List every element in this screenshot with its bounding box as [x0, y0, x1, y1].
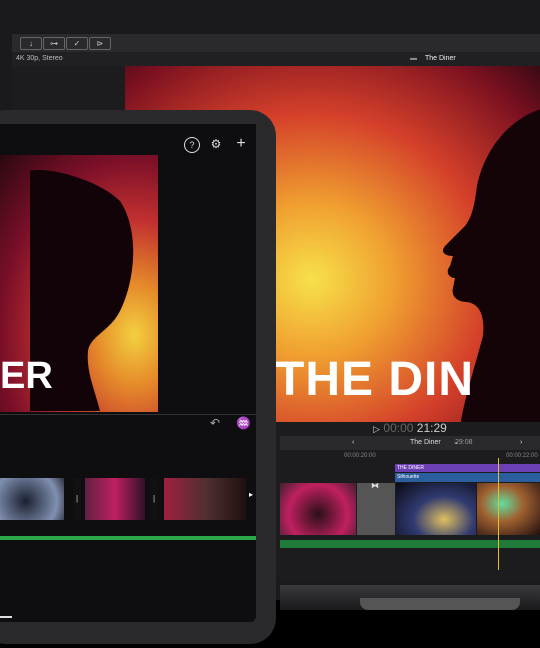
- ipad-preview[interactable]: ER: [0, 155, 158, 412]
- share-button[interactable]: ⊳: [89, 37, 111, 50]
- ruler-time-right: 00:00:22:00: [506, 453, 538, 459]
- transition-marker[interactable]: |: [73, 478, 81, 520]
- import-button[interactable]: ↓: [20, 37, 42, 50]
- ipad-timeline-clip[interactable]: [164, 478, 246, 520]
- laptop-notch: [360, 598, 520, 610]
- undo-icon[interactable]: ↶: [210, 416, 220, 430]
- viewer-title-text: THE DIN: [275, 353, 474, 406]
- playhead[interactable]: [498, 458, 499, 570]
- transition-icon: ⧓: [371, 483, 379, 490]
- timecode-value: 21:29: [416, 421, 447, 435]
- format-label: 4K 30p, Stereo: [16, 55, 63, 62]
- film-icon: ▬: [410, 55, 417, 62]
- project-title: The Diner: [425, 55, 456, 62]
- next-icon[interactable]: ▸: [249, 490, 253, 499]
- timeline-duration: 29:08: [455, 439, 473, 446]
- timeline-project-name[interactable]: The Diner: [410, 436, 441, 450]
- help-icon[interactable]: ?: [184, 137, 200, 153]
- scroll-indicator[interactable]: [0, 616, 12, 618]
- timeline-ruler[interactable]: 00:00:20:00 00:00:22:00: [280, 450, 540, 462]
- audio-wave-icon[interactable]: ♒: [236, 416, 251, 430]
- transition-marker[interactable]: |: [150, 478, 158, 520]
- ruler-time-left: 00:00:20:00: [344, 453, 376, 459]
- title-clip[interactable]: THE DINER: [395, 464, 540, 472]
- add-icon[interactable]: +: [234, 136, 248, 152]
- check-button[interactable]: ✓: [66, 37, 88, 50]
- play-icon[interactable]: ▷: [373, 424, 380, 434]
- timeline-header: ‹ The Diner ⌄ 29:08 ›: [280, 436, 540, 450]
- audio-track[interactable]: [280, 540, 540, 548]
- ipad-audio-track[interactable]: [0, 536, 256, 540]
- timecode-prefix: 00:00: [383, 421, 414, 435]
- divider: [0, 414, 256, 415]
- transition-clip[interactable]: ⧓: [357, 483, 395, 535]
- ipad-timeline-clip[interactable]: [0, 478, 64, 520]
- gear-icon[interactable]: ⚙: [209, 137, 223, 151]
- ipad-title-text: ER: [0, 355, 53, 397]
- ipad-timeline-clip[interactable]: [85, 478, 145, 520]
- timeline-clip[interactable]: [280, 483, 356, 535]
- timeline-clip[interactable]: [477, 483, 540, 535]
- timeline-clip[interactable]: [396, 483, 476, 535]
- timecode-display: ▷ 00:00 21:29: [280, 422, 540, 435]
- next-icon[interactable]: ›: [520, 436, 522, 450]
- video-clip-label[interactable]: Silhouette: [395, 473, 540, 482]
- keywords-button[interactable]: ⊶: [43, 37, 65, 50]
- mac-toolbar: ↓ ⊶ ✓ ⊳: [12, 34, 540, 52]
- prev-icon[interactable]: ‹: [352, 436, 354, 450]
- mac-infobar: 4K 30p, Stereo ▬ The Diner: [12, 52, 540, 66]
